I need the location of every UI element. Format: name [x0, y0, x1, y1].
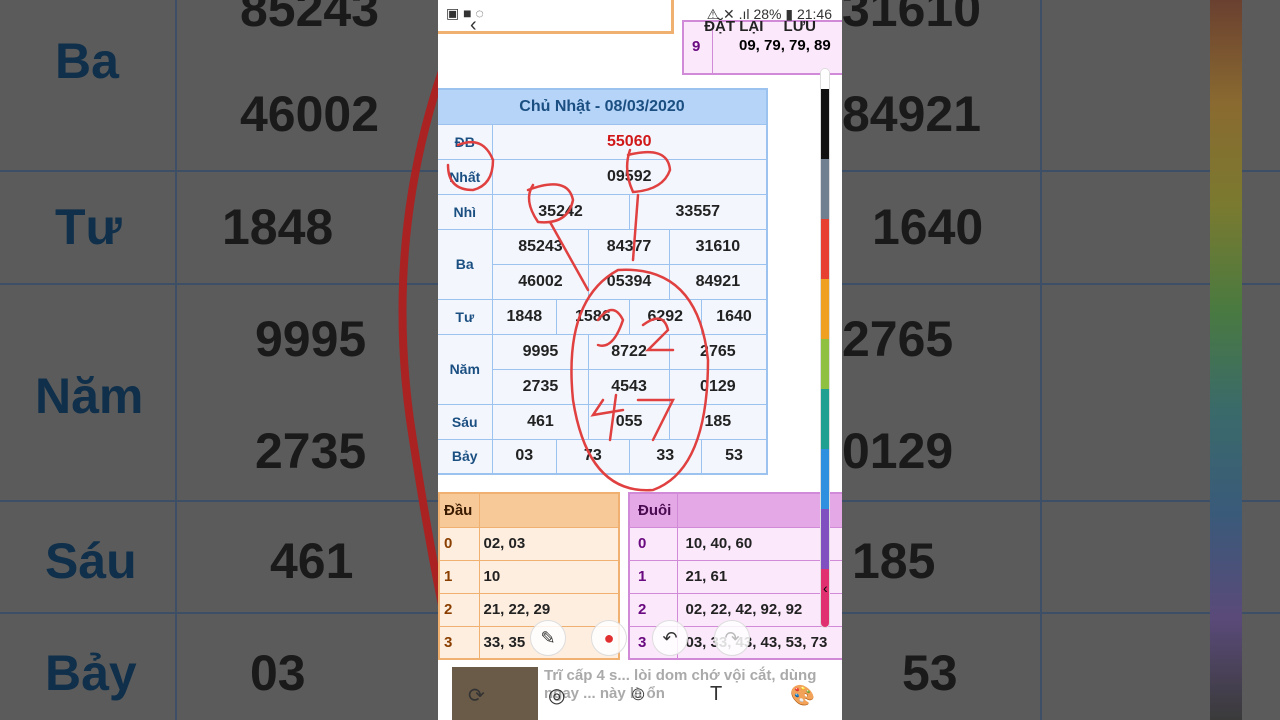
blurred-background-right: 31610 84921 1640 2765 0129 185 53: [842, 0, 1280, 720]
prize-value: 33557: [628, 193, 768, 230]
bg-value: 53: [902, 645, 958, 701]
redo-icon[interactable]: ↷: [714, 620, 750, 656]
duoi-header: Đuôi: [628, 492, 678, 528]
prize-value: 461: [491, 403, 590, 440]
prize-value: 05394: [588, 263, 670, 300]
row-key: 0: [438, 526, 480, 561]
drawing-toolbar: ✎ ● ↶ ↷: [438, 620, 842, 660]
prize-value: 0129: [668, 368, 768, 405]
prize-value: 1848: [491, 298, 558, 335]
prize-value: 53: [701, 438, 768, 475]
results-title: Chủ Nhật - 08/03/2020: [438, 89, 767, 124]
prize-value: 2765: [668, 333, 768, 370]
prize-value: 055: [588, 403, 670, 440]
row-value: 10: [478, 559, 620, 594]
prize-value: 31610: [668, 228, 768, 265]
prize-value: 6292: [628, 298, 703, 335]
ad-thumbnail[interactable]: [452, 667, 538, 720]
row-label: Sáu: [438, 403, 493, 440]
ad-text[interactable]: Trĩ cấp 4 s... lòi dom chớ vội cắt, dùng…: [544, 667, 824, 703]
reset-button[interactable]: ĐẶT LẠI: [704, 18, 763, 35]
annotation-stroke: [398, 70, 438, 606]
undo-icon[interactable]: ↶: [652, 620, 688, 656]
row-label: ĐB: [438, 123, 493, 160]
prize-value: 73: [556, 438, 630, 475]
row-label: Nhất: [438, 158, 493, 195]
prize-value: 09592: [491, 158, 768, 195]
bg-value: 31610: [842, 0, 982, 37]
bottom-bar: Trĩ cấp 4 s... lòi dom chớ vội cắt, dùng…: [438, 665, 842, 720]
save-button[interactable]: LƯU: [784, 18, 816, 35]
prize-value: 85243: [491, 228, 590, 265]
prize-value: 1640: [701, 298, 768, 335]
row-value: 21, 61: [676, 559, 842, 594]
notification-icons: ▣ ■ ◌: [446, 5, 484, 21]
prize-value: 46002: [491, 263, 590, 300]
pen-tool-icon[interactable]: ✎: [530, 620, 566, 656]
prize-value: 8722: [588, 333, 670, 370]
prize-value: 35242: [491, 193, 630, 230]
prize-value: 185: [668, 403, 768, 440]
row-key: 1: [628, 559, 678, 594]
row-value: 10, 40, 60: [676, 526, 842, 561]
bg-value: 2765: [842, 311, 954, 367]
row-label: Bảy: [438, 438, 493, 475]
record-dot-icon[interactable]: ●: [591, 620, 627, 656]
row-key: 1: [438, 559, 480, 594]
prize-value: 33: [628, 438, 703, 475]
prize-value: 1586: [556, 298, 630, 335]
row-key: 9: [692, 38, 701, 55]
results-table: Chủ Nhật - 08/03/2020 ĐB 55060 Nhất 09592 …: [438, 88, 768, 475]
color-palette[interactable]: [820, 68, 830, 628]
phone-screen: 9 09, 79, 79, 89 ▣ ■ ◌ ⚠ ✕ .ıl 28% ▮ 21:…: [438, 0, 842, 720]
row-key: 0: [628, 526, 678, 561]
row-label: Năm: [438, 333, 493, 405]
text-tool-icon[interactable]: T: [710, 683, 722, 706]
prize-value: 55060: [491, 123, 768, 160]
blurred-background-left: Ba 85243 46002 Tư 1848 Năm 9995 2735 Sáu…: [0, 0, 438, 720]
prize-value: 84377: [588, 228, 670, 265]
row-label: Tư: [438, 298, 493, 335]
row-value: 02, 03: [478, 526, 620, 561]
sticker-icon[interactable]: ☺: [628, 683, 648, 706]
prize-value: 4543: [588, 368, 670, 405]
prize-value: 2735: [491, 368, 590, 405]
back-icon[interactable]: ‹: [470, 14, 477, 37]
prize-value: 9995: [491, 333, 590, 370]
prize-value: 84921: [668, 263, 768, 300]
prize-value: 03: [491, 438, 558, 475]
bg-value: 84921: [842, 86, 982, 142]
row-label: Nhì: [438, 193, 493, 230]
bg-value: 0129: [842, 423, 954, 479]
filter-icon[interactable]: ◎: [548, 683, 565, 708]
blurred-palette: [1210, 0, 1242, 720]
top-actions: ĐẶT LẠI LƯU: [704, 18, 816, 35]
dau-header: Đầu: [438, 492, 480, 528]
bg-value: 185: [852, 533, 936, 589]
palette-icon[interactable]: 🎨: [790, 683, 815, 708]
row-label: Ba: [438, 228, 493, 300]
bg-value: 1640: [872, 199, 984, 255]
crop-rotate-icon[interactable]: ⟳: [468, 683, 485, 708]
collapse-palette-icon[interactable]: ‹: [823, 580, 828, 596]
